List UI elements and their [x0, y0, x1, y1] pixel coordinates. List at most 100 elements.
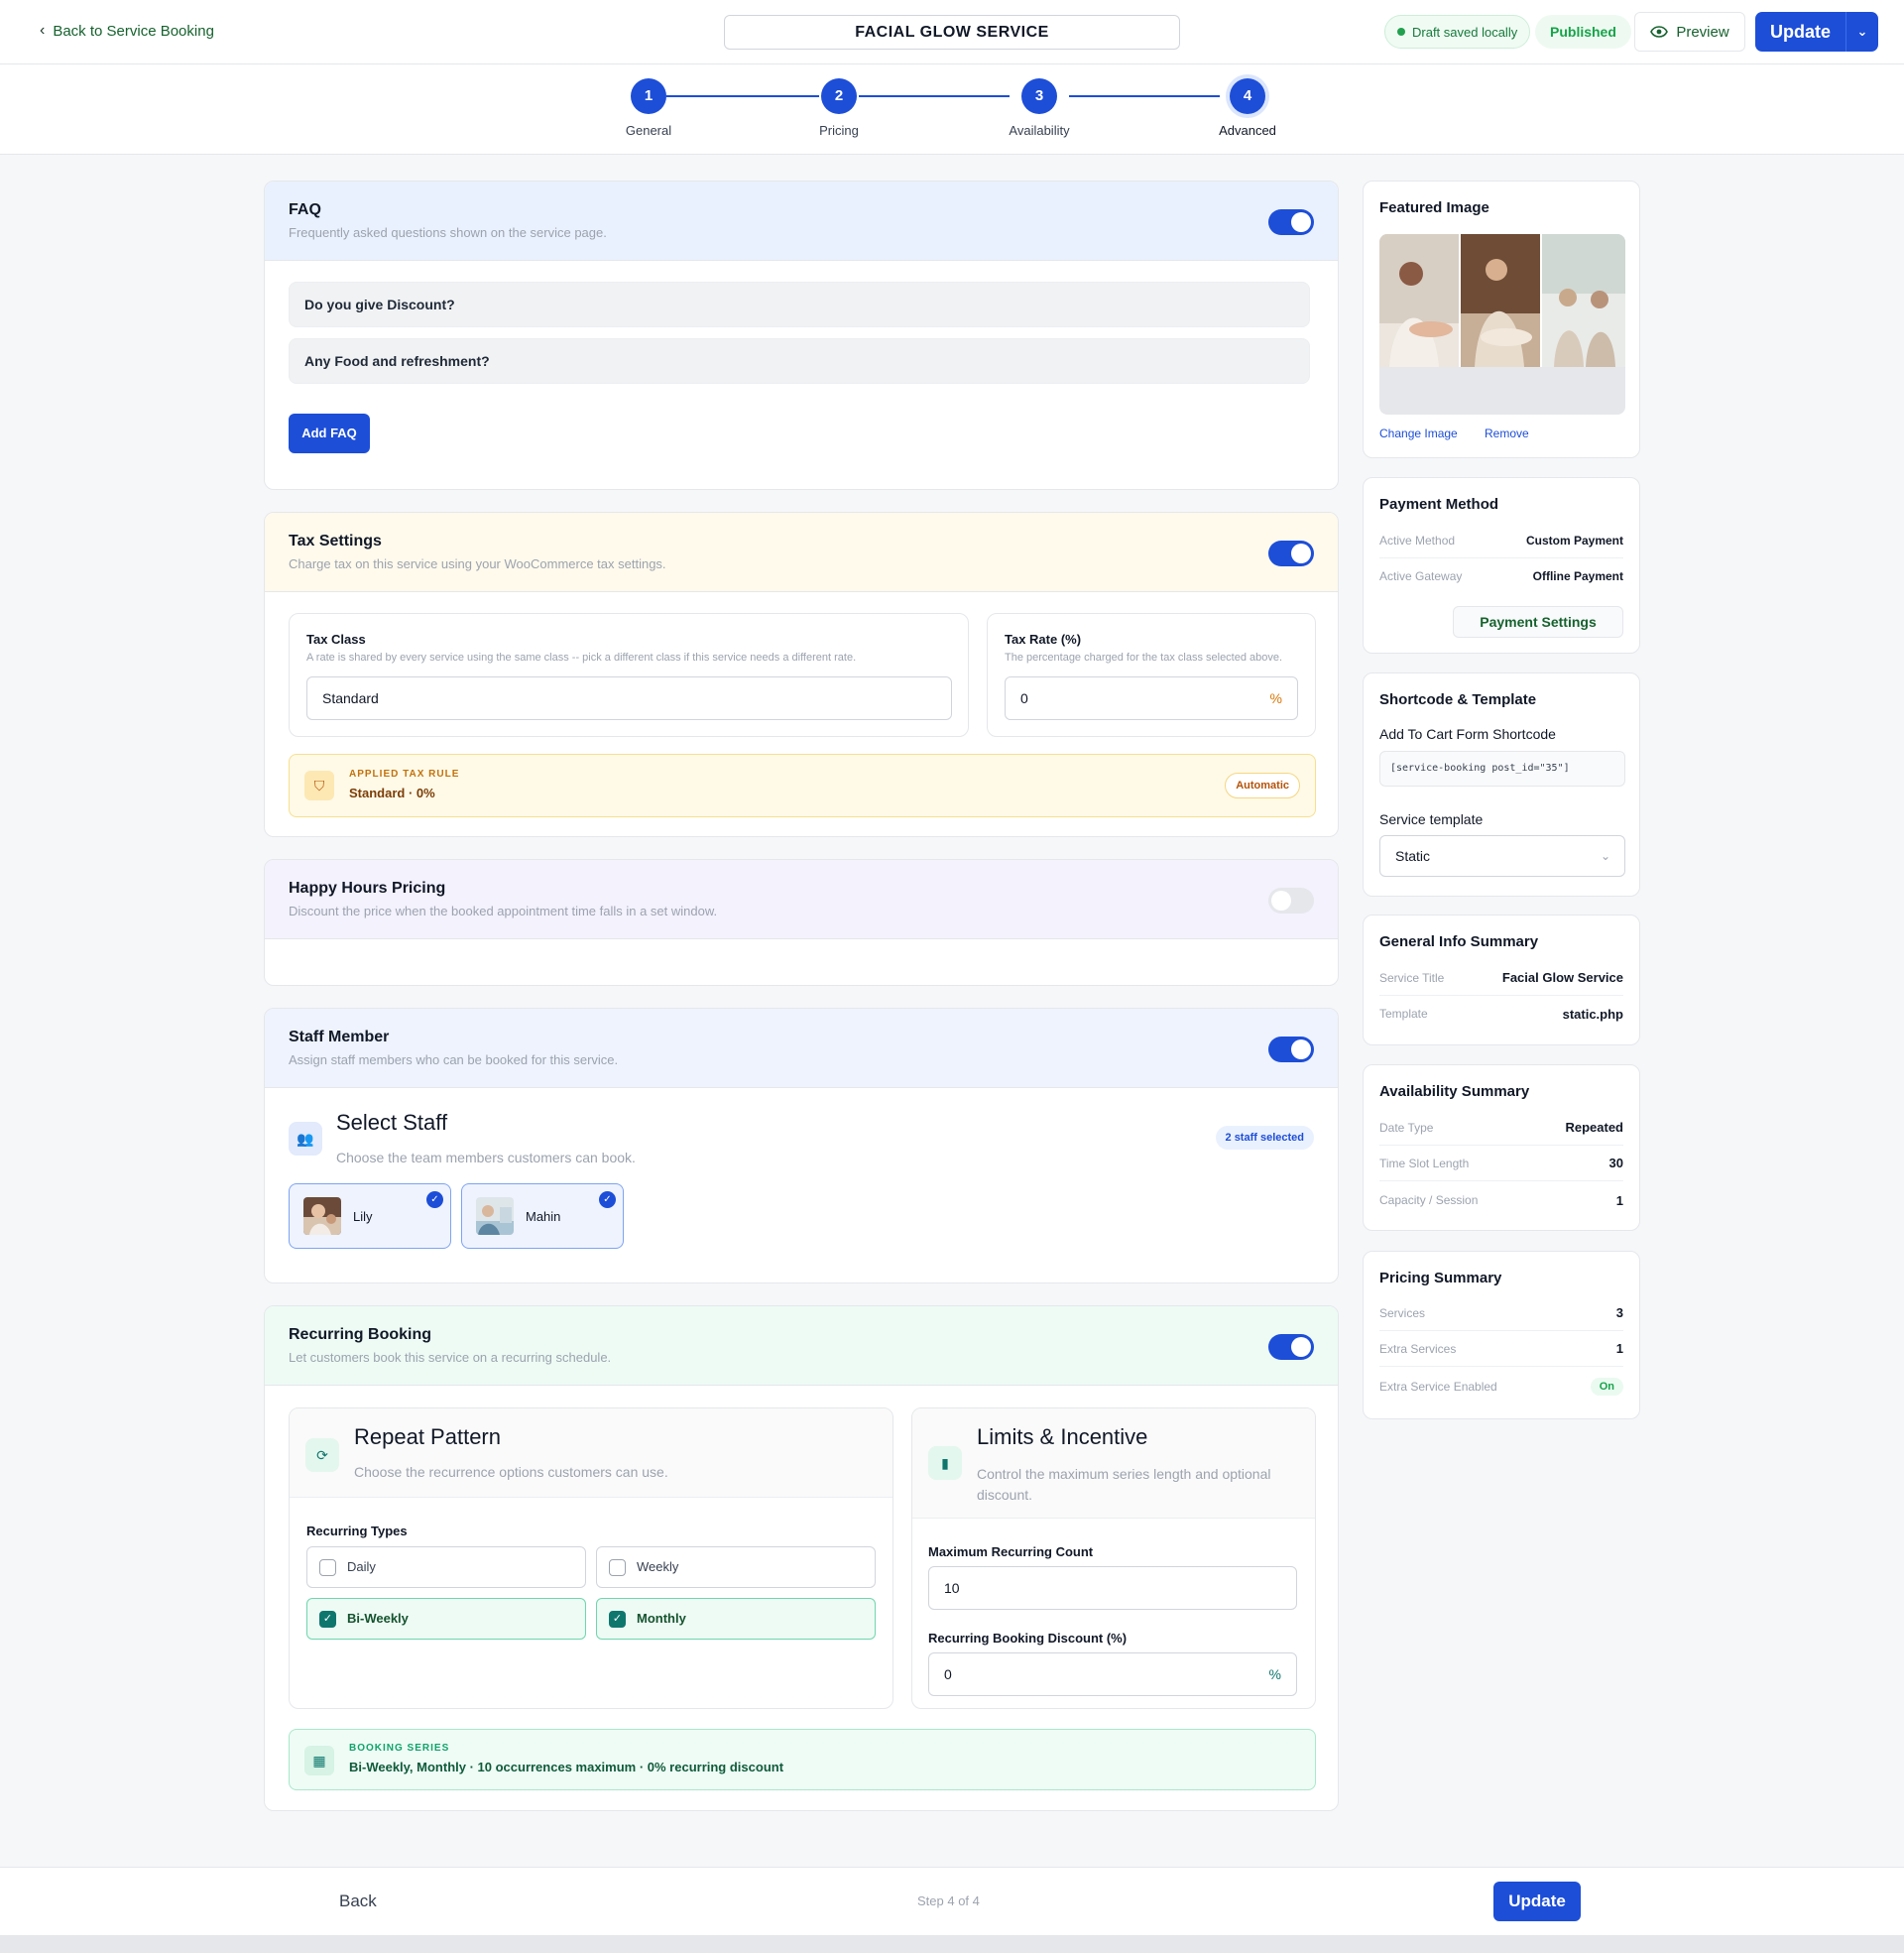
recurring-type-daily[interactable]: Daily — [306, 1546, 586, 1588]
step-label: Availability — [1009, 123, 1070, 138]
summary-value: 3 — [1615, 1305, 1623, 1320]
faq-item[interactable]: Any Food and refreshment? — [289, 338, 1310, 384]
discount-label: Recurring Booking Discount (%) — [928, 1631, 1128, 1646]
status-dot-icon — [1397, 28, 1405, 36]
step-availability[interactable]: 3 Availability — [980, 78, 1099, 138]
update-button-footer[interactable]: Update — [1493, 1882, 1581, 1921]
change-image-link[interactable]: Change Image — [1379, 427, 1458, 440]
summary-key: Active Gateway — [1379, 569, 1463, 583]
recurring-type-bi-weekly[interactable]: ✓ Bi-Weekly — [306, 1598, 586, 1640]
tax-class-input[interactable]: Standard — [306, 676, 952, 720]
recurring-card-header: Recurring Booking Let customers book thi… — [265, 1306, 1338, 1386]
select-staff-description: Choose the team members customers can bo… — [336, 1150, 636, 1165]
step-label: Pricing — [819, 123, 859, 138]
pricing-summary-card: Pricing Summary Services 3 Extra Services… — [1363, 1251, 1640, 1419]
staff-name: Mahin — [526, 1209, 561, 1224]
pricing-summary-title: Pricing Summary — [1379, 1270, 1502, 1286]
step-pricing[interactable]: 2 Pricing — [779, 78, 898, 138]
faq-card-header: FAQ Frequently asked questions shown on … — [265, 182, 1338, 261]
summary-value: Repeated — [1565, 1120, 1623, 1135]
repeat-pattern-header — [290, 1408, 892, 1498]
spa-photo-image — [1379, 234, 1625, 367]
select-value: Static — [1395, 848, 1431, 864]
general-info-summary-card: General Info Summary Service Title Facial… — [1363, 915, 1640, 1045]
staff-title: Staff Member — [289, 1029, 390, 1045]
step-general[interactable]: 1 General — [589, 78, 708, 138]
staff-chip-lily[interactable]: Lily ✓ — [289, 1183, 451, 1249]
availability-summary-title: Availability Summary — [1379, 1083, 1530, 1100]
page-bottom-strip — [0, 1935, 1904, 1953]
featured-image-preview[interactable] — [1379, 234, 1625, 415]
automatic-badge: Automatic — [1225, 773, 1300, 798]
chevron-down-icon: ⌄ — [1600, 849, 1610, 863]
recurring-type-monthly[interactable]: ✓ Monthly — [596, 1598, 876, 1640]
back-button[interactable]: Back — [339, 1892, 377, 1911]
checkbox-checked[interactable]: ✓ — [609, 1611, 626, 1628]
limits-incentive-panel: ▮ Limits & Incentive Control the maximum… — [911, 1407, 1316, 1709]
featured-image-card: Featured Image Change Image Remove — [1363, 181, 1640, 458]
summary-value: 1 — [1615, 1192, 1623, 1208]
faq-title: FAQ — [289, 201, 321, 218]
service-title-field[interactable]: FACIAL GLOW SERVICE — [724, 15, 1180, 50]
update-button[interactable]: Update — [1755, 12, 1846, 52]
step-advanced[interactable]: 4 Advanced — [1188, 78, 1307, 138]
availability-summary-card: Availability Summary Date Type Repeated T… — [1363, 1064, 1640, 1231]
recurring-booking-card: Recurring Booking Let customers book thi… — [264, 1305, 1339, 1811]
summary-key: Services — [1379, 1305, 1426, 1320]
max-count-label: Maximum Recurring Count — [928, 1544, 1094, 1559]
checkbox[interactable] — [319, 1559, 336, 1576]
step-label: Advanced — [1219, 123, 1276, 138]
shortcode-title: Shortcode & Template — [1379, 691, 1537, 708]
recurring-description: Let customers book this service on a rec… — [289, 1350, 612, 1365]
staff-toggle[interactable] — [1268, 1037, 1314, 1062]
summary-value: static.php — [1562, 1006, 1623, 1022]
happy-hours-header: Happy Hours Pricing Discount the price w… — [265, 860, 1338, 939]
recurring-discount-input[interactable]: 0 % — [928, 1652, 1297, 1696]
max-recurring-count-input[interactable]: 10 — [928, 1566, 1297, 1610]
recurring-toggle[interactable] — [1268, 1334, 1314, 1360]
payment-settings-button[interactable]: Payment Settings — [1453, 606, 1623, 638]
applied-tax-rule-value: Standard · 0% — [349, 786, 435, 800]
recurring-type-weekly[interactable]: Weekly — [596, 1546, 876, 1588]
summary-key: Date Type — [1379, 1120, 1434, 1135]
checkbox[interactable] — [609, 1559, 626, 1576]
summary-row: Active Gateway Offline Payment — [1379, 558, 1623, 594]
happy-hours-description: Discount the price when the booked appoi… — [289, 904, 718, 918]
calendar-icon: ▦ — [304, 1746, 334, 1775]
staff-chip-mahin[interactable]: Mahin ✓ — [461, 1183, 624, 1249]
tax-class-label: Tax Class — [306, 632, 366, 647]
summary-value: Facial Glow Service — [1501, 970, 1623, 985]
tax-settings-card: Tax Settings Charge tax on this service … — [264, 512, 1339, 837]
staff-card-header: Staff Member Assign staff members who ca… — [265, 1009, 1338, 1088]
service-template-select[interactable]: Static ⌄ — [1379, 835, 1625, 877]
option-label: Daily — [347, 1559, 376, 1574]
booking-series-value: Bi-Weekly, Monthly · 10 occurrences maxi… — [349, 1760, 784, 1774]
summary-value: 30 — [1608, 1156, 1623, 1170]
chevron-left-icon: ‹ — [40, 22, 46, 39]
users-icon: 👥 — [289, 1122, 322, 1156]
tax-card-header: Tax Settings Charge tax on this service … — [265, 513, 1338, 592]
summary-value: 1 — [1615, 1341, 1623, 1356]
summary-row: Capacity / Session 1 — [1379, 1182, 1623, 1218]
tax-rate-input[interactable]: 0 % — [1005, 676, 1298, 720]
top-bar: ‹ Back to Service Booking FACIAL GLOW SE… — [0, 0, 1904, 64]
summary-key: Extra Service Enabled — [1379, 1380, 1497, 1394]
faq-toggle[interactable] — [1268, 209, 1314, 235]
shortcode-field[interactable]: [service-booking post_id="35"] — [1379, 751, 1625, 787]
preview-button[interactable]: Preview — [1634, 12, 1745, 52]
faq-item[interactable]: Do you give Discount? — [289, 282, 1310, 327]
checkbox-checked[interactable]: ✓ — [319, 1611, 336, 1628]
happy-hours-toggle[interactable] — [1268, 888, 1314, 914]
update-dropdown-chevron-icon[interactable]: ⌄ — [1846, 12, 1878, 52]
remove-image-link[interactable]: Remove — [1485, 427, 1529, 440]
status-badge: On — [1590, 1378, 1623, 1396]
step-number: 1 — [631, 78, 666, 114]
add-faq-button[interactable]: Add FAQ — [289, 414, 370, 453]
percent-unit: % — [1269, 690, 1282, 706]
back-to-service-booking-link[interactable]: ‹ Back to Service Booking — [40, 22, 214, 40]
option-label: Monthly — [637, 1611, 686, 1626]
step-progress — [0, 64, 1904, 155]
tax-toggle[interactable] — [1268, 541, 1314, 566]
staff-name: Lily — [353, 1209, 373, 1224]
refresh-icon: ⟳ — [305, 1438, 339, 1472]
